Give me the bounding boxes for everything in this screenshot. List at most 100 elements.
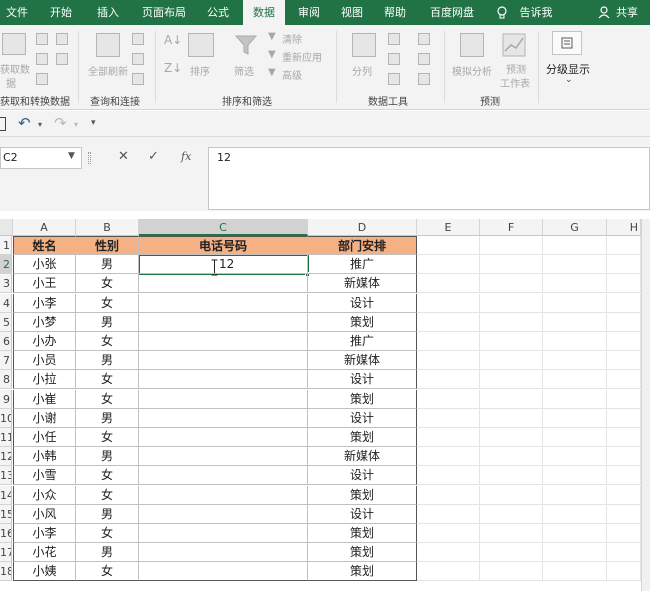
empty-cell[interactable] <box>607 543 641 562</box>
empty-cell[interactable] <box>480 409 543 428</box>
table-cell[interactable]: 策划 <box>308 428 417 447</box>
tab-file[interactable]: 文件 <box>0 0 34 25</box>
table-cell[interactable]: 推广 <box>308 332 417 351</box>
column-header-a[interactable]: A <box>13 219 76 236</box>
row-header[interactable]: 9 <box>0 390 12 409</box>
empty-cell[interactable] <box>607 313 641 332</box>
table-cell[interactable]: 推广 <box>308 255 417 274</box>
from-table-icon[interactable] <box>36 73 48 85</box>
table-cell[interactable] <box>139 505 308 524</box>
empty-cell[interactable] <box>480 332 543 351</box>
table-cell[interactable]: 男 <box>76 543 139 562</box>
table-cell[interactable]: 女 <box>76 466 139 485</box>
tab-insert[interactable]: 插入 <box>88 0 128 25</box>
empty-cell[interactable] <box>607 274 641 293</box>
empty-cell[interactable] <box>480 543 543 562</box>
from-web-icon[interactable] <box>36 53 48 65</box>
table-cell[interactable]: 女 <box>76 486 139 505</box>
relationships-icon[interactable] <box>418 53 430 65</box>
filter-button[interactable]: 筛选 <box>234 63 254 78</box>
table-header-cell[interactable]: 姓名 <box>13 236 76 255</box>
empty-cell[interactable] <box>480 505 543 524</box>
empty-cell[interactable] <box>480 274 543 293</box>
empty-cell[interactable] <box>417 524 480 543</box>
table-header-cell[interactable]: 性别 <box>76 236 139 255</box>
table-cell[interactable]: 新媒体 <box>308 351 417 370</box>
table-cell[interactable]: 小雪 <box>13 466 76 485</box>
insert-function-button[interactable]: fx <box>181 150 191 163</box>
empty-cell[interactable] <box>607 466 641 485</box>
table-cell[interactable]: 女 <box>76 294 139 313</box>
table-cell[interactable] <box>139 486 308 505</box>
undo-dropdown-icon[interactable]: ▾ <box>38 120 42 129</box>
remove-duplicates-icon[interactable] <box>388 53 400 65</box>
confirm-entry-button[interactable]: ✓ <box>148 149 159 164</box>
table-cell[interactable]: 男 <box>76 409 139 428</box>
share-button[interactable]: 共享 <box>612 0 642 25</box>
empty-cell[interactable] <box>480 447 543 466</box>
flash-fill-icon[interactable] <box>388 33 400 45</box>
table-cell[interactable]: 小梦 <box>13 313 76 332</box>
row-header[interactable]: 11 <box>0 428 12 447</box>
table-cell[interactable]: 设计 <box>308 370 417 389</box>
column-header-c[interactable]: C <box>139 219 308 236</box>
empty-cell[interactable] <box>607 409 641 428</box>
edit-links-icon[interactable] <box>132 73 144 85</box>
row-header[interactable]: 4 <box>0 294 12 313</box>
table-cell[interactable]: 小李 <box>13 294 76 313</box>
queries-connections-icon[interactable] <box>132 33 144 45</box>
column-header-e[interactable]: E <box>417 219 480 236</box>
data-validation-icon[interactable] <box>388 73 400 85</box>
empty-cell[interactable] <box>543 409 607 428</box>
empty-cell[interactable] <box>607 294 641 313</box>
empty-cell[interactable] <box>543 562 607 581</box>
table-cell[interactable] <box>139 409 308 428</box>
from-text-icon[interactable] <box>36 33 48 45</box>
select-all-corner[interactable] <box>0 219 13 236</box>
table-cell[interactable] <box>139 562 308 581</box>
table-cell[interactable]: 小众 <box>13 486 76 505</box>
row-header[interactable]: 17 <box>0 543 12 562</box>
empty-cell[interactable] <box>543 370 607 389</box>
empty-cell[interactable] <box>480 255 543 274</box>
empty-cell[interactable] <box>480 351 543 370</box>
table-cell[interactable]: 小员 <box>13 351 76 370</box>
empty-cell[interactable] <box>417 255 480 274</box>
formula-bar-grip[interactable] <box>88 152 91 164</box>
tab-page-layout[interactable]: 页面布局 <box>134 0 194 25</box>
table-cell[interactable]: 策划 <box>308 543 417 562</box>
column-header-g[interactable]: G <box>543 219 607 236</box>
column-header-f[interactable]: F <box>480 219 543 236</box>
formula-input[interactable]: 12 <box>208 147 650 210</box>
table-cell[interactable]: 设计 <box>308 409 417 428</box>
row-header[interactable]: 8 <box>0 370 12 389</box>
table-cell[interactable]: 策划 <box>308 486 417 505</box>
sort-descending-icon[interactable]: Z↓ <box>164 61 182 75</box>
clear-button[interactable]: 清除 <box>282 31 302 46</box>
data-model-icon[interactable] <box>418 73 430 85</box>
table-cell[interactable] <box>139 294 308 313</box>
empty-cell[interactable] <box>417 486 480 505</box>
properties-icon[interactable] <box>132 53 144 65</box>
row-header[interactable]: 16 <box>0 524 12 543</box>
table-cell[interactable]: 设计 <box>308 505 417 524</box>
table-cell[interactable]: 策划 <box>308 524 417 543</box>
empty-cell[interactable] <box>543 332 607 351</box>
empty-cell[interactable] <box>480 466 543 485</box>
table-cell[interactable]: 小姨 <box>13 562 76 581</box>
empty-cell[interactable] <box>417 447 480 466</box>
table-cell[interactable]: 女 <box>76 370 139 389</box>
table-cell[interactable]: 策划 <box>308 390 417 409</box>
row-header[interactable]: 6 <box>0 332 12 351</box>
tab-view[interactable]: 视图 <box>334 0 370 25</box>
empty-cell[interactable] <box>607 562 641 581</box>
table-cell[interactable]: 小拉 <box>13 370 76 389</box>
table-cell[interactable]: 男 <box>76 447 139 466</box>
empty-cell[interactable] <box>480 390 543 409</box>
table-cell[interactable]: 小风 <box>13 505 76 524</box>
sort-button[interactable]: 排序 <box>190 63 210 78</box>
table-cell[interactable] <box>139 332 308 351</box>
row-header[interactable]: 18 <box>0 562 12 581</box>
forecast-sheet-button[interactable]: 预测 <box>506 61 526 76</box>
empty-cell[interactable] <box>417 390 480 409</box>
